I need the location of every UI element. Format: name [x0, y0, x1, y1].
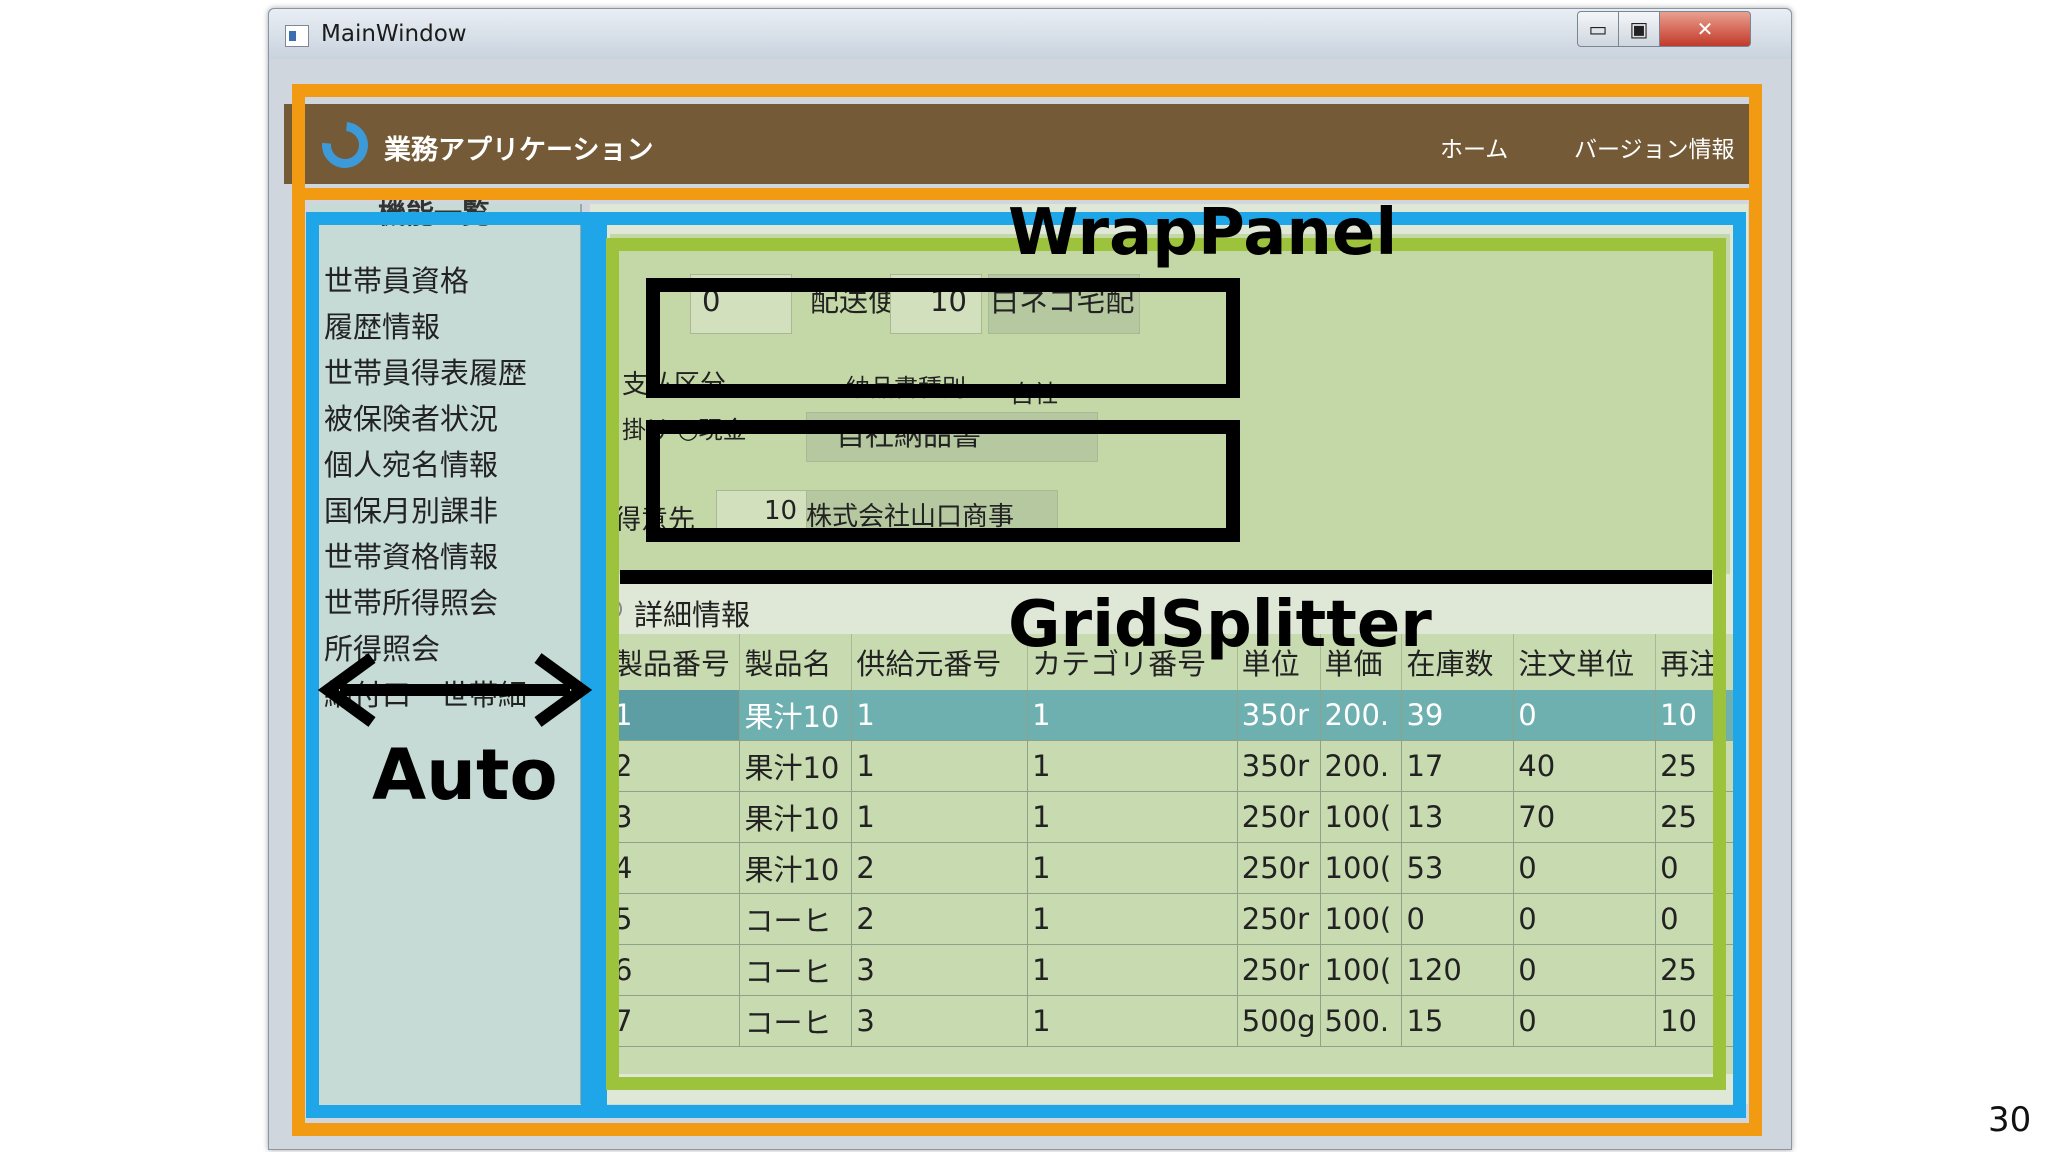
title-bar[interactable]: MainWindow ▭ ▣ ✕	[269, 9, 1791, 59]
slide-number: 30	[1988, 1100, 2032, 1140]
close-button[interactable]: ✕	[1659, 11, 1751, 47]
wrap-item-annotation-box	[646, 420, 1240, 542]
window-title: MainWindow	[321, 21, 467, 47]
window-app-icon	[285, 25, 309, 47]
auto-label: Auto	[372, 734, 558, 816]
grid-splitter-label: GridSplitter	[1008, 588, 1432, 662]
grid-splitter-line	[620, 570, 1712, 584]
maximize-button[interactable]: ▣	[1618, 11, 1660, 47]
minimize-button[interactable]: ▭	[1577, 11, 1619, 47]
wrap-panel-label: WrapPanel	[1008, 196, 1398, 270]
wrap-item-annotation-box	[646, 278, 1240, 398]
double-arrow-icon	[317, 653, 593, 727]
